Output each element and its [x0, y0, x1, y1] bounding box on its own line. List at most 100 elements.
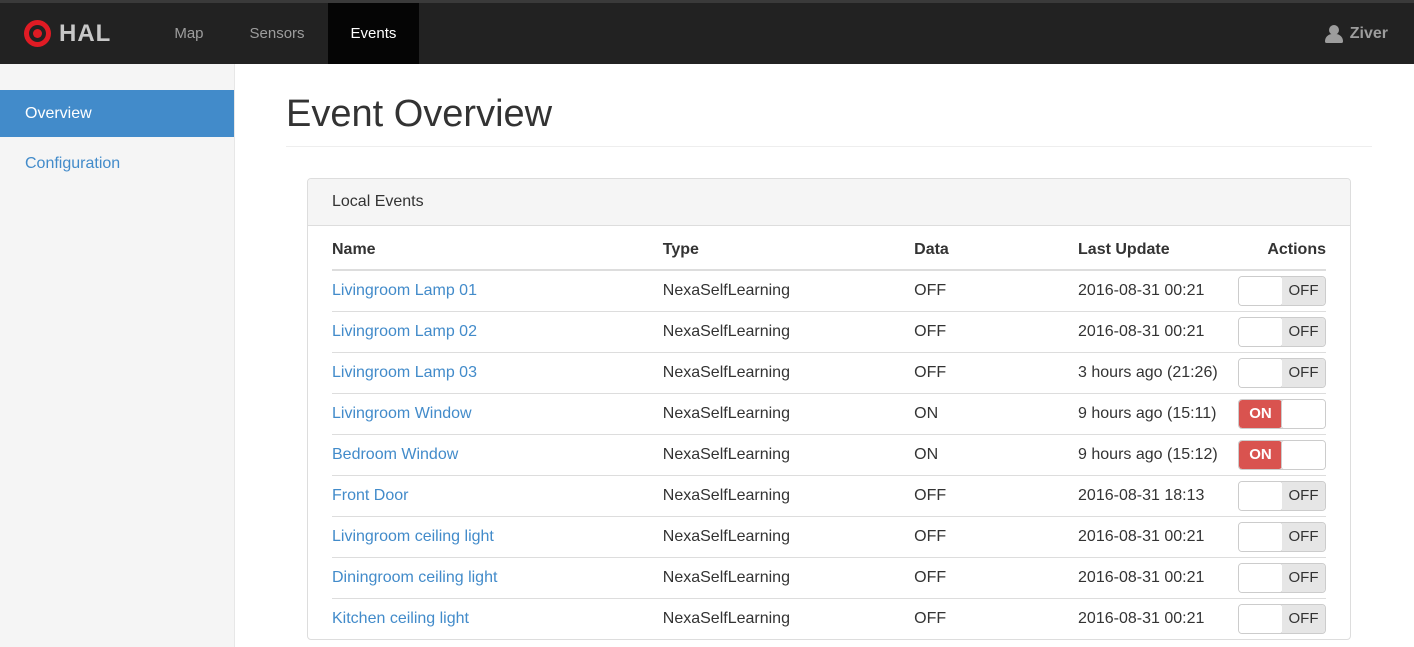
event-toggle-switch[interactable]: OFF [1238, 480, 1326, 511]
table-row: Livingroom Lamp 02 NexaSelfLearning OFF … [332, 310, 1326, 352]
event-data-cell: OFF [914, 351, 1079, 393]
event-data-cell: OFF [914, 474, 1079, 516]
toggle-off-label: OFF [1282, 481, 1325, 510]
column-header-name: Name [332, 226, 663, 271]
page-title: Event Overview [286, 93, 553, 135]
events-table-body: Livingroom Lamp 01 NexaSelfLearning OFF … [332, 270, 1326, 639]
toggle-knob [1239, 522, 1283, 551]
toggle-off-label: OFF [1282, 604, 1325, 633]
event-actions-cell: OFF [1238, 270, 1326, 311]
event-last-update-cell: 2016-08-31 18:13 [1078, 474, 1238, 516]
event-name-link[interactable]: Front Door [332, 487, 408, 504]
event-last-update-cell: 2016-08-31 00:21 [1078, 281, 1205, 299]
toggle-knob [1239, 563, 1283, 592]
event-actions-cell: ON [1237, 392, 1326, 434]
toggle-off-label: OFF [1282, 563, 1325, 592]
event-type-cell: NexaSelfLearning [662, 597, 915, 639]
event-name-link[interactable]: Kitchen ceiling light [332, 610, 469, 627]
event-data-cell: OFF [914, 515, 1079, 557]
toggle-knob [1281, 440, 1325, 469]
event-name-cell: Livingroom Lamp 03 [332, 351, 663, 393]
page-header: Event Overview [286, 93, 1372, 147]
event-name-link[interactable]: Livingroom Lamp 01 [332, 282, 477, 299]
table-row: Kitchen ceiling light NexaSelfLearning O… [332, 597, 1326, 639]
event-type-cell: NexaSelfLearning [662, 433, 915, 475]
event-name-link[interactable]: Diningroom ceiling light [332, 569, 497, 586]
event-type-cell: NexaSelfLearning [662, 474, 915, 516]
table-row: Front Door NexaSelfLearning OFF 2016-08-… [332, 474, 1326, 516]
toggle-off-label: OFF [1282, 317, 1325, 346]
toggle-knob [1239, 317, 1283, 346]
toggle-knob [1239, 358, 1283, 387]
event-type-cell: NexaSelfLearning [662, 392, 915, 434]
toggle-knob [1239, 481, 1283, 510]
event-toggle-switch[interactable]: OFF [1238, 562, 1326, 593]
event-data-cell: OFF [914, 556, 1079, 598]
event-actions-cell: OFF [1237, 597, 1326, 639]
event-toggle-switch[interactable]: ON [1238, 439, 1326, 470]
column-header-type: Type [662, 226, 915, 271]
navbar-menu: Map Sensors Events [151, 3, 420, 64]
user-menu[interactable]: Ziver [1324, 3, 1414, 64]
event-name-link[interactable]: Livingroom Window [332, 405, 472, 422]
event-name-link[interactable]: Livingroom Lamp 02 [332, 323, 477, 340]
toggle-on-label: ON [1239, 399, 1282, 428]
table-header-row: Name Type Data Last Update Actions [332, 226, 1326, 271]
toggle-off-label: OFF [1282, 276, 1325, 305]
event-last-update-cell: 2016-08-31 00:21 [1078, 515, 1238, 557]
event-type-cell: NexaSelfLearning [662, 310, 915, 352]
toggle-knob [1281, 399, 1325, 428]
event-type-cell: NexaSelfLearning [662, 556, 915, 598]
table-row: Bedroom Window NexaSelfLearning ON 9 hou… [332, 433, 1326, 475]
event-name-link[interactable]: Bedroom Window [332, 446, 458, 463]
event-toggle-switch[interactable]: OFF [1238, 603, 1326, 634]
column-header-actions: Actions [1237, 226, 1326, 271]
event-name-cell: Livingroom Window [332, 392, 663, 434]
event-type-cell: NexaSelfLearning [662, 515, 915, 557]
nav-item-events[interactable]: Events [327, 3, 420, 64]
event-name-cell: Livingroom Lamp 02 [332, 310, 663, 352]
toggle-off-label: OFF [1282, 522, 1325, 551]
top-navbar: HAL Map Sensors Events Ziver [0, 0, 1414, 64]
event-name-cell: Livingroom ceiling light [332, 515, 663, 557]
event-name-link[interactable]: Livingroom ceiling light [332, 528, 494, 545]
event-last-update-cell: 9 hours ago (15:12) [1078, 433, 1238, 475]
sidebar-item-overview[interactable]: Overview [0, 90, 234, 137]
event-toggle-switch[interactable]: OFF [1238, 275, 1326, 306]
event-toggle-switch[interactable]: OFF [1238, 316, 1326, 347]
event-type-cell: NexaSelfLearning [662, 281, 790, 299]
event-name-cell: Front Door [332, 474, 663, 516]
column-header-data: Data [914, 226, 1079, 271]
event-last-update-cell: 2016-08-31 00:21 [1078, 310, 1238, 352]
event-data-cell: OFF [914, 281, 947, 299]
event-data-cell: ON [914, 392, 1079, 434]
table-row: Diningroom ceiling light NexaSelfLearnin… [332, 556, 1326, 598]
event-last-update-cell: 9 hours ago (15:11) [1078, 392, 1238, 434]
user-name: Ziver [1349, 24, 1388, 42]
brand-label: HAL [59, 19, 112, 47]
main-content: Event Overview Local Events Name Type Da… [235, 64, 1414, 647]
nav-item-map[interactable]: Map [151, 3, 226, 64]
event-toggle-switch[interactable]: OFF [1238, 521, 1326, 552]
sidebar-item-configuration[interactable]: Configuration [0, 140, 234, 187]
event-actions-cell: OFF [1237, 556, 1326, 598]
brand[interactable]: HAL [0, 3, 137, 64]
toggle-knob [1239, 276, 1283, 305]
table-row: Livingroom Lamp 03 NexaSelfLearning OFF … [332, 351, 1326, 393]
event-name-cell: Bedroom Window [332, 433, 663, 475]
column-header-last-update: Last Update [1078, 226, 1238, 271]
event-toggle-switch[interactable]: ON [1238, 398, 1326, 429]
event-actions-cell: OFF [1237, 515, 1326, 557]
hal-logo-icon [24, 20, 51, 47]
panel-title: Local Events [308, 179, 1350, 226]
local-events-panel: Local Events Name Type Data Last Update … [307, 178, 1351, 640]
event-name-link[interactable]: Livingroom Lamp 03 [332, 364, 477, 381]
event-toggle-switch[interactable]: OFF [1238, 357, 1326, 388]
events-table: Name Type Data Last Update Actions Livin… [332, 226, 1326, 639]
event-name-cell: Diningroom ceiling light [332, 556, 663, 598]
table-row: Livingroom ceiling light NexaSelfLearnin… [332, 515, 1326, 557]
nav-item-sensors[interactable]: Sensors [227, 3, 328, 64]
event-actions-cell: ON [1237, 433, 1326, 475]
toggle-off-label: OFF [1282, 358, 1325, 387]
event-data-cell: OFF [914, 310, 1079, 352]
